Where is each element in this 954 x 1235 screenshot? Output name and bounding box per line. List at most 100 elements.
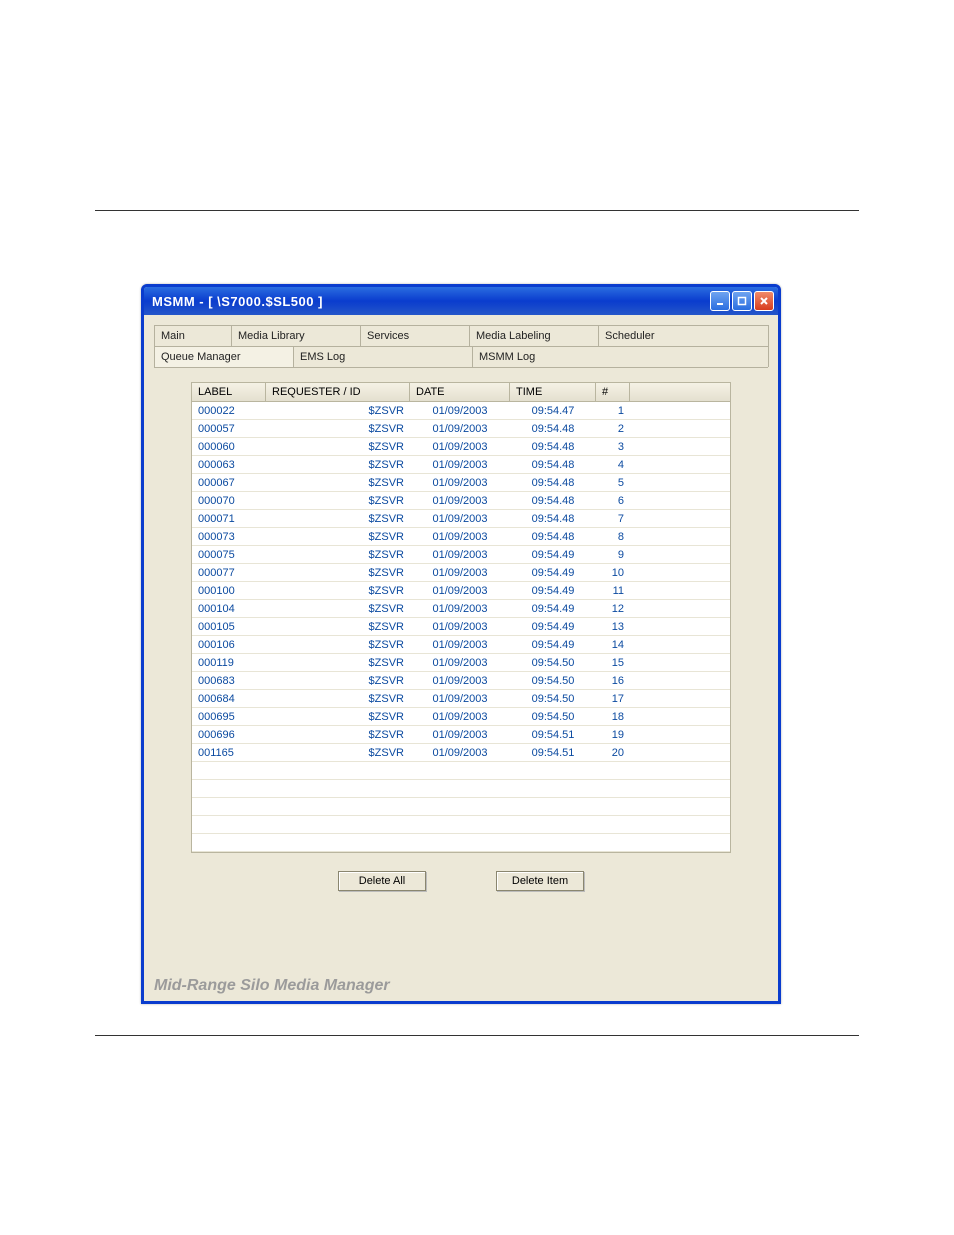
- cell-requester: $ZSVR: [266, 477, 410, 489]
- table-row[interactable]: 000100$ZSVR01/09/200309:54.4911: [192, 582, 730, 600]
- table-row[interactable]: 000071$ZSVR01/09/200309:54.487: [192, 510, 730, 528]
- cell-time: 09:54.49: [510, 549, 596, 561]
- cell-number: 19: [596, 729, 630, 741]
- minimize-button[interactable]: [710, 291, 730, 311]
- col-label[interactable]: LABEL: [192, 383, 266, 401]
- cell-date: 01/09/2003: [410, 549, 510, 561]
- tab-ems-log[interactable]: EMS Log: [293, 346, 473, 367]
- table-row[interactable]: 000057$ZSVR01/09/200309:54.482: [192, 420, 730, 438]
- cell-number: 3: [596, 441, 630, 453]
- col-requester[interactable]: REQUESTER / ID: [266, 383, 410, 401]
- cell-label: 000077: [192, 567, 266, 579]
- cell-requester: $ZSVR: [266, 423, 410, 435]
- cell-date: 01/09/2003: [410, 459, 510, 471]
- cell-requester: $ZSVR: [266, 711, 410, 723]
- cell-label: 000106: [192, 639, 266, 651]
- tab-scheduler[interactable]: Scheduler: [598, 325, 769, 346]
- table-row[interactable]: 000684$ZSVR01/09/200309:54.5017: [192, 690, 730, 708]
- cell-time: 09:54.49: [510, 603, 596, 615]
- tab-services[interactable]: Services: [360, 325, 470, 346]
- table-row[interactable]: 000073$ZSVR01/09/200309:54.488: [192, 528, 730, 546]
- table-row[interactable]: 000119$ZSVR01/09/200309:54.5015: [192, 654, 730, 672]
- table-row[interactable]: 000022$ZSVR01/09/200309:54.471: [192, 402, 730, 420]
- table-row[interactable]: 000075$ZSVR01/09/200309:54.499: [192, 546, 730, 564]
- cell-time: 09:54.48: [510, 441, 596, 453]
- cell-label: 000022: [192, 405, 266, 417]
- cell-label: 000100: [192, 585, 266, 597]
- cell-label: 000105: [192, 621, 266, 633]
- cell-time: 09:54.48: [510, 477, 596, 489]
- cell-time: 09:54.50: [510, 675, 596, 687]
- delete-all-button[interactable]: Delete All: [338, 871, 426, 891]
- table-row[interactable]: 000063$ZSVR01/09/200309:54.484: [192, 456, 730, 474]
- table-row[interactable]: 000683$ZSVR01/09/200309:54.5016: [192, 672, 730, 690]
- tab-media-library[interactable]: Media Library: [231, 325, 361, 346]
- cell-label: 000073: [192, 531, 266, 543]
- cell-number: 17: [596, 693, 630, 705]
- delete-item-button[interactable]: Delete Item: [496, 871, 584, 891]
- cell-time: 09:54.50: [510, 657, 596, 669]
- cell-date: 01/09/2003: [410, 585, 510, 597]
- cell-date: 01/09/2003: [410, 639, 510, 651]
- cell-number: 11: [596, 585, 630, 597]
- table-row-empty: [192, 798, 730, 816]
- cell-date: 01/09/2003: [410, 441, 510, 453]
- tab-media-labeling[interactable]: Media Labeling: [469, 325, 599, 346]
- maximize-button[interactable]: [732, 291, 752, 311]
- col-number[interactable]: #: [596, 383, 630, 401]
- table-row[interactable]: 000106$ZSVR01/09/200309:54.4914: [192, 636, 730, 654]
- titlebar[interactable]: MSMM - [ \S7000.$SL500 ]: [144, 287, 778, 315]
- cell-time: 09:54.48: [510, 495, 596, 507]
- cell-requester: $ZSVR: [266, 405, 410, 417]
- cell-time: 09:54.47: [510, 405, 596, 417]
- cell-number: 14: [596, 639, 630, 651]
- tab-main[interactable]: Main: [154, 325, 232, 346]
- close-button[interactable]: [754, 291, 774, 311]
- table-row[interactable]: 000696$ZSVR01/09/200309:54.5119: [192, 726, 730, 744]
- tab-msmm-log[interactable]: MSMM Log: [472, 346, 769, 367]
- table-row[interactable]: 000070$ZSVR01/09/200309:54.486: [192, 492, 730, 510]
- app-window: MSMM - [ \S7000.$SL500 ] Main Media Libr…: [141, 284, 781, 1004]
- cell-time: 09:54.51: [510, 729, 596, 741]
- cell-date: 01/09/2003: [410, 675, 510, 687]
- cell-label: 000696: [192, 729, 266, 741]
- cell-requester: $ZSVR: [266, 747, 410, 759]
- cell-requester: $ZSVR: [266, 657, 410, 669]
- col-date[interactable]: DATE: [410, 383, 510, 401]
- table-row-empty: [192, 780, 730, 798]
- list-header: LABEL REQUESTER / ID DATE TIME #: [192, 383, 730, 402]
- cell-number: 6: [596, 495, 630, 507]
- cell-date: 01/09/2003: [410, 603, 510, 615]
- cell-time: 09:54.49: [510, 585, 596, 597]
- window-title: MSMM - [ \S7000.$SL500 ]: [152, 294, 323, 309]
- table-row[interactable]: 000105$ZSVR01/09/200309:54.4913: [192, 618, 730, 636]
- col-time[interactable]: TIME: [510, 383, 596, 401]
- table-row[interactable]: 000695$ZSVR01/09/200309:54.5018: [192, 708, 730, 726]
- table-row[interactable]: 000104$ZSVR01/09/200309:54.4912: [192, 600, 730, 618]
- cell-requester: $ZSVR: [266, 675, 410, 687]
- minimize-icon: [715, 296, 725, 306]
- cell-number: 15: [596, 657, 630, 669]
- cell-date: 01/09/2003: [410, 729, 510, 741]
- cell-date: 01/09/2003: [410, 567, 510, 579]
- cell-number: 4: [596, 459, 630, 471]
- cell-requester: $ZSVR: [266, 495, 410, 507]
- cell-time: 09:54.49: [510, 567, 596, 579]
- tab-queue-manager[interactable]: Queue Manager: [154, 346, 294, 367]
- cell-label: 000104: [192, 603, 266, 615]
- cell-number: 20: [596, 747, 630, 759]
- cell-label: 000070: [192, 495, 266, 507]
- cell-number: 13: [596, 621, 630, 633]
- table-row[interactable]: 000077$ZSVR01/09/200309:54.4910: [192, 564, 730, 582]
- cell-number: 9: [596, 549, 630, 561]
- cell-date: 01/09/2003: [410, 477, 510, 489]
- table-row[interactable]: 000060$ZSVR01/09/200309:54.483: [192, 438, 730, 456]
- cell-date: 01/09/2003: [410, 657, 510, 669]
- table-row[interactable]: 000067$ZSVR01/09/200309:54.485: [192, 474, 730, 492]
- cell-number: 8: [596, 531, 630, 543]
- cell-date: 01/09/2003: [410, 747, 510, 759]
- cell-date: 01/09/2003: [410, 621, 510, 633]
- table-row[interactable]: 001165$ZSVR01/09/200309:54.5120: [192, 744, 730, 762]
- cell-number: 1: [596, 405, 630, 417]
- close-icon: [759, 296, 769, 306]
